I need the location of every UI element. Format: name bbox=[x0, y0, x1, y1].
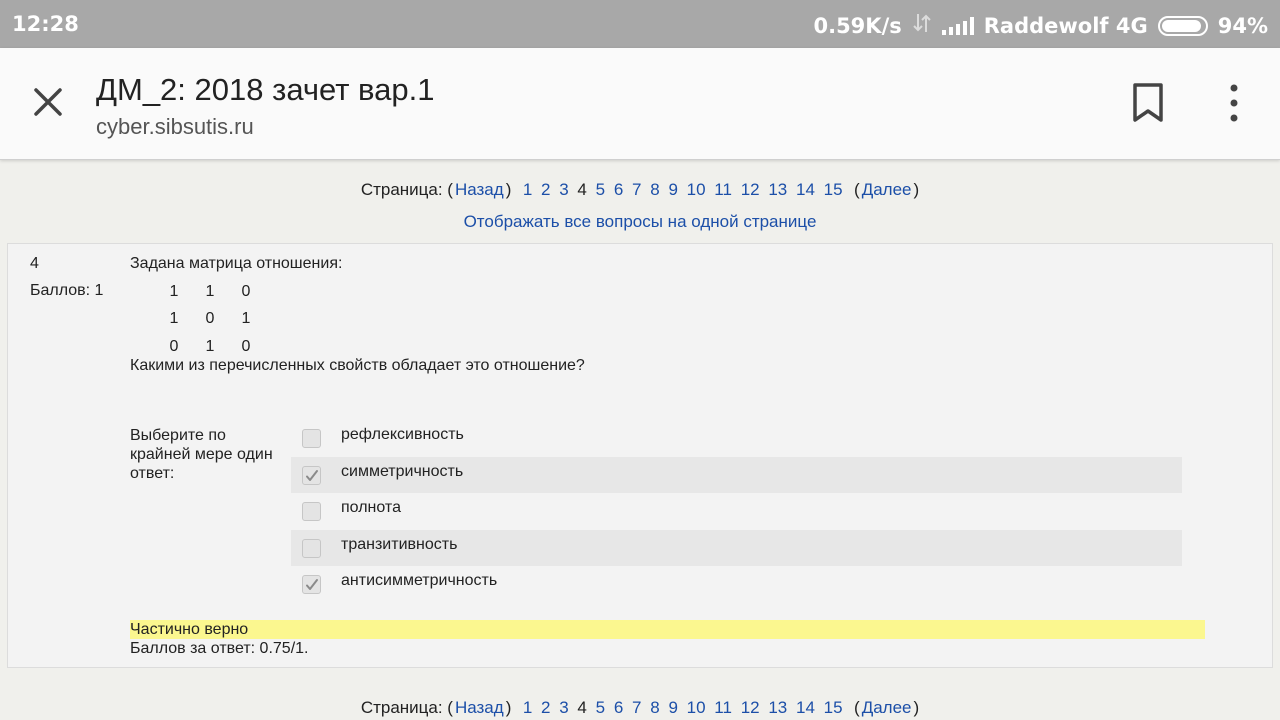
pager-page-11[interactable]: 11 bbox=[714, 180, 732, 199]
battery-level: 94% bbox=[1217, 13, 1268, 38]
answer-list: рефлексивность симметричность полнота тр… bbox=[291, 420, 1182, 603]
network-speed: 0.59K/s bbox=[813, 13, 902, 38]
pager-page-15[interactable]: 15 bbox=[824, 698, 843, 717]
answer-points: Баллов за ответ: 0.75/1. bbox=[130, 640, 309, 657]
answer-prompt: Выберите по крайней мере один ответ: bbox=[130, 427, 273, 482]
pager-page-5[interactable]: 5 bbox=[596, 698, 605, 717]
answer-checkbox[interactable] bbox=[302, 465, 321, 485]
question-score: Баллов: 1 bbox=[30, 282, 104, 299]
answer-option[interactable]: рефлексивность bbox=[291, 420, 1182, 457]
pager-top: Страница: (Назад) 1 2 3 4 5 6 7 8 9 10 1… bbox=[0, 180, 1280, 200]
more-vert-icon[interactable] bbox=[1220, 82, 1248, 124]
page-title: ДМ_2: 2018 зачет вар.1 bbox=[96, 72, 435, 107]
matrix-cell: 1 bbox=[241, 310, 251, 328]
matrix-cell: 1 bbox=[205, 282, 215, 300]
pager-page-3[interactable]: 3 bbox=[559, 180, 568, 199]
answer-option[interactable]: транзитивность bbox=[291, 529, 1182, 566]
pager-page-11[interactable]: 11 bbox=[714, 698, 732, 717]
pager-prev-link[interactable]: Назад bbox=[455, 180, 504, 199]
answer-option[interactable]: антисимметричность bbox=[291, 566, 1182, 603]
question-ask: Какими из перечисленных свойств обладает… bbox=[130, 357, 585, 374]
pager-page-9[interactable]: 9 bbox=[668, 698, 677, 717]
pager-page-10[interactable]: 10 bbox=[687, 180, 706, 199]
pager-page-14[interactable]: 14 bbox=[796, 180, 815, 199]
pager-paren: ) bbox=[505, 180, 512, 199]
pager-next-link[interactable]: Далее bbox=[862, 698, 912, 717]
matrix-cell: 0 bbox=[241, 337, 251, 355]
matrix-cell: 0 bbox=[241, 282, 251, 300]
status-bar: 12:28 0.59K/s Raddewolf 4G 94% bbox=[0, 0, 1280, 48]
answer-checkbox[interactable] bbox=[302, 502, 321, 521]
pager-label: Страница: ( bbox=[360, 180, 453, 199]
carrier-name: Raddewolf 4G bbox=[983, 13, 1148, 38]
answer-label: полнота bbox=[341, 499, 401, 516]
pager-page-1[interactable]: 1 bbox=[523, 180, 532, 199]
answer-label: рефлексивность bbox=[341, 426, 464, 443]
pager-label: Страница: ( bbox=[360, 698, 453, 717]
pager-page-13[interactable]: 13 bbox=[768, 180, 787, 199]
pager-page-1[interactable]: 1 bbox=[523, 698, 532, 717]
pager-prev-link[interactable]: Назад bbox=[455, 698, 504, 717]
pager-current-page: 4 bbox=[577, 180, 587, 199]
pager-page-3[interactable]: 3 bbox=[559, 698, 568, 717]
battery-icon bbox=[1157, 15, 1208, 36]
answer-checkbox[interactable] bbox=[302, 538, 321, 558]
answer-label: транзитивность bbox=[341, 535, 458, 553]
relation-matrix: 1 1 0 1 0 1 0 1 0 bbox=[156, 278, 264, 361]
status-time: 12:28 bbox=[12, 12, 79, 36]
question-number: 4 bbox=[30, 255, 39, 272]
pager-paren: ( bbox=[854, 698, 860, 717]
matrix-cell: 1 bbox=[169, 310, 179, 328]
answer-option[interactable]: полнота bbox=[291, 493, 1182, 530]
answer-option[interactable]: симметричность bbox=[291, 456, 1182, 493]
answer-label: симметричность bbox=[341, 462, 464, 480]
feedback-banner: Частично верно bbox=[130, 620, 1205, 639]
matrix-cell: 0 bbox=[205, 310, 215, 328]
signal-icon bbox=[941, 16, 974, 35]
pager-paren: ) bbox=[913, 180, 920, 199]
matrix-row: 1 0 1 bbox=[156, 306, 264, 334]
question-text: Задана матрица отношения: bbox=[130, 255, 343, 272]
pager-page-6[interactable]: 6 bbox=[614, 698, 623, 717]
pager-page-14[interactable]: 14 bbox=[796, 698, 815, 717]
pager-current-page: 4 bbox=[577, 698, 587, 717]
pager-page-10[interactable]: 10 bbox=[687, 698, 706, 717]
pager-page-12[interactable]: 12 bbox=[741, 180, 760, 199]
pager-page-6[interactable]: 6 bbox=[614, 180, 623, 199]
bookmark-icon[interactable] bbox=[1130, 82, 1166, 124]
answer-checkbox[interactable] bbox=[302, 575, 321, 594]
matrix-row: 1 1 0 bbox=[156, 278, 264, 306]
matrix-cell: 0 bbox=[169, 337, 179, 355]
browser-toolbar: ДМ_2: 2018 зачет вар.1 cyber.sibsutis.ru bbox=[0, 48, 1280, 160]
pager-page-13[interactable]: 13 bbox=[768, 698, 787, 717]
pager-page-15[interactable]: 15 bbox=[824, 180, 843, 199]
pager-page-8[interactable]: 8 bbox=[650, 180, 659, 199]
pager-page-7[interactable]: 7 bbox=[632, 698, 641, 717]
data-transfer-icon bbox=[912, 12, 932, 39]
pager-paren: ( bbox=[854, 180, 860, 199]
pager-paren: ) bbox=[913, 698, 920, 717]
answer-label: антисимметричность bbox=[341, 572, 498, 589]
pager-page-5[interactable]: 5 bbox=[596, 180, 605, 199]
pager-page-2[interactable]: 2 bbox=[541, 698, 550, 717]
pager-page-12[interactable]: 12 bbox=[741, 698, 760, 717]
pager-next-link[interactable]: Далее bbox=[862, 180, 912, 199]
status-right: 0.59K/s Raddewolf 4G 94% bbox=[813, 12, 1268, 39]
pager-page-8[interactable]: 8 bbox=[650, 698, 659, 717]
question-box: 4 Баллов: 1 Задана матрица отношения: 1 … bbox=[7, 243, 1273, 668]
pager-page-9[interactable]: 9 bbox=[668, 180, 677, 199]
checkmark-icon bbox=[306, 579, 318, 590]
show-all-link[interactable]: Отображать все вопросы на одной странице bbox=[0, 212, 1280, 232]
answer-checkbox[interactable] bbox=[302, 429, 321, 448]
pager-paren: ) bbox=[505, 698, 512, 717]
pager-bottom: Страница: (Назад) 1 2 3 4 5 6 7 8 9 10 1… bbox=[0, 698, 1280, 718]
checkmark-icon bbox=[306, 469, 318, 481]
page-url: cyber.sibsutis.ru bbox=[96, 114, 254, 139]
pager-page-7[interactable]: 7 bbox=[632, 180, 641, 199]
matrix-cell: 1 bbox=[205, 337, 215, 355]
matrix-cell: 1 bbox=[169, 282, 179, 300]
close-icon[interactable] bbox=[28, 82, 68, 122]
pager-page-2[interactable]: 2 bbox=[541, 180, 550, 199]
